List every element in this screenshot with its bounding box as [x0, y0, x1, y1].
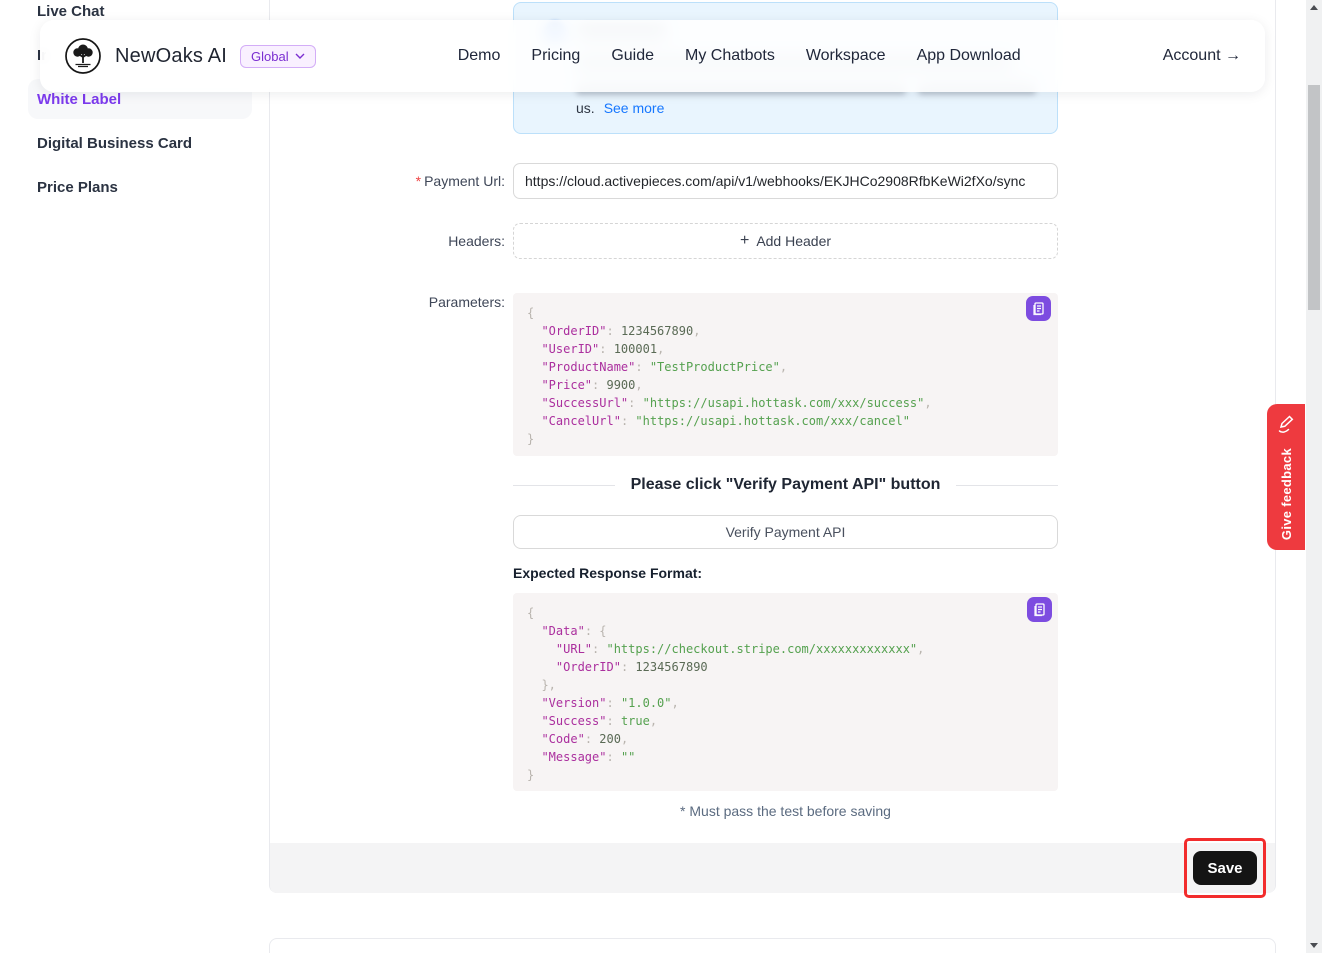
parameters-label: Parameters: — [270, 294, 505, 310]
arrow-right-icon: → — [1225, 47, 1241, 64]
see-more-link[interactable]: See more — [604, 100, 665, 116]
instruction-divider: Please click "Verify Payment API" button — [513, 476, 1058, 494]
payment-url-label: *Payment Url: — [270, 173, 505, 189]
sidebar-item-white-label[interactable]: White Label — [37, 91, 121, 108]
scrollbar-thumb[interactable] — [1308, 85, 1320, 310]
divider-text: Please click "Verify Payment API" button — [615, 476, 957, 494]
nav-link-my-chatbots[interactable]: My Chatbots — [685, 47, 775, 65]
scroll-down-arrow-icon[interactable] — [1310, 943, 1318, 948]
chevron-down-icon — [295, 53, 305, 59]
divider-line-right — [956, 485, 1058, 486]
reminder-tail-word: us. — [576, 100, 595, 116]
reminder-tail-text: us. See more — [576, 100, 664, 116]
scroll-up-arrow-icon[interactable] — [1310, 5, 1318, 10]
pencil-icon — [1276, 414, 1296, 436]
expected-response-format-label: Expected Response Format: — [513, 565, 702, 581]
payment-url-input[interactable] — [513, 163, 1058, 199]
nav-link-pricing[interactable]: Pricing — [531, 47, 580, 65]
save-button[interactable]: Save — [1193, 851, 1257, 885]
add-header-button[interactable]: + Add Header — [513, 223, 1058, 259]
copy-icon — [1032, 602, 1047, 617]
nav-link-workspace[interactable]: Workspace — [806, 47, 886, 65]
account-link[interactable]: Account → — [1163, 47, 1241, 65]
top-navbar: NewOaks AI Global Demo Pricing Guide My … — [40, 20, 1265, 92]
page: Live Chat In White Label Digital Busines… — [0, 0, 1322, 953]
next-section-card — [269, 938, 1276, 953]
nav-link-guide[interactable]: Guide — [611, 47, 654, 65]
expected-response-code-block: { "Data": { "URL": "https://checkout.str… — [513, 593, 1058, 791]
page-scrollbar[interactable] — [1306, 0, 1322, 953]
parameters-code-block: { "OrderID": 1234567890, "UserID": 10000… — [513, 293, 1058, 456]
nav-link-demo[interactable]: Demo — [458, 47, 501, 65]
nav-link-app-download[interactable]: App Download — [917, 47, 1021, 65]
sidebar-item-live-chat[interactable]: Live Chat — [37, 3, 105, 20]
divider-line-left — [513, 485, 615, 486]
give-feedback-label: Give feedback — [1279, 448, 1294, 540]
copy-parameters-button[interactable] — [1026, 296, 1051, 321]
brand-name: NewOaks AI — [115, 45, 227, 68]
verify-payment-api-button[interactable]: Verify Payment API — [513, 515, 1058, 549]
newoaks-logo — [64, 37, 102, 75]
copy-icon — [1031, 301, 1046, 316]
give-feedback-tab[interactable]: Give feedback — [1267, 404, 1305, 550]
sidebar-item-digital-business-card[interactable]: Digital Business Card — [37, 135, 192, 152]
headers-label: Headers: — [270, 233, 505, 249]
brand-area: NewOaks AI Global — [64, 37, 316, 75]
card-footer — [270, 843, 1275, 893]
nav-links: Demo Pricing Guide My Chatbots Workspace… — [316, 47, 1163, 65]
sidebar-item-price-plans[interactable]: Price Plans — [37, 179, 118, 196]
region-selector[interactable]: Global — [240, 45, 316, 68]
required-asterisk: * — [416, 173, 421, 189]
copy-response-button[interactable] — [1027, 597, 1052, 622]
plus-icon: + — [740, 233, 749, 249]
must-pass-note: * Must pass the test before saving — [513, 803, 1058, 819]
